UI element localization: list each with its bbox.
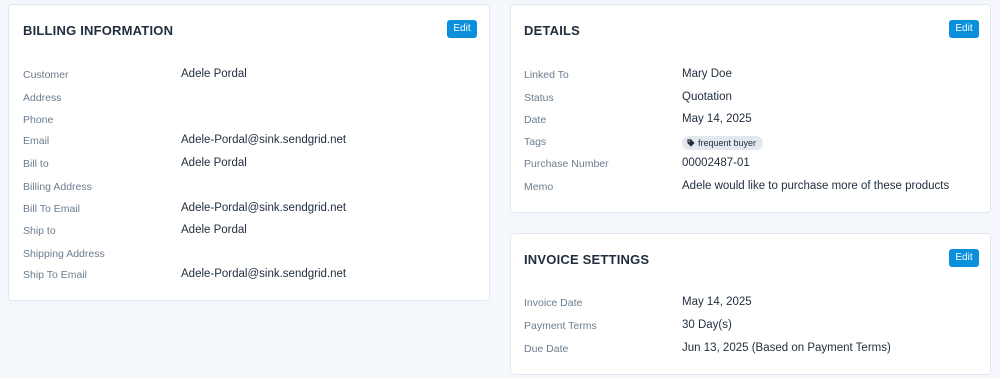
billing-row-email: Email Adele-Pordal@sink.sendgrid.net	[9, 133, 489, 153]
row-value: Quotation	[682, 91, 732, 103]
billing-row-address: Address	[9, 90, 489, 110]
details-title: DETAILS	[524, 23, 581, 38]
row-label: Customer	[23, 69, 69, 81]
row-label: Tags	[524, 136, 547, 148]
row-label: Phone	[23, 114, 54, 126]
row-value: May 14, 2025	[682, 113, 752, 125]
details-row-linked-to: Linked To Mary Doe	[511, 67, 990, 87]
invoice-settings-card: INVOICE SETTINGS Edit Invoice Date May 1…	[510, 233, 991, 375]
billing-row-billing-address: Billing Address	[9, 179, 489, 199]
billing-row-shipping-address: Shipping Address	[9, 246, 489, 266]
tag-chip[interactable]: frequent buyer	[682, 136, 764, 150]
row-value: Adele-Pordal@sink.sendgrid.net	[181, 202, 347, 214]
row-label: Ship to	[23, 225, 56, 237]
billing-row-customer: Customer Adele Pordal	[9, 67, 489, 87]
row-label: Bill to	[23, 158, 49, 170]
details-edit-button[interactable]: Edit	[949, 20, 979, 38]
row-label: Purchase Number	[524, 158, 609, 170]
row-value: Adele-Pordal@sink.sendgrid.net	[181, 268, 347, 280]
row-label: Billing Address	[23, 181, 92, 193]
row-label: Shipping Address	[23, 248, 105, 260]
row-value: Adele Pordal	[181, 68, 247, 80]
row-value: May 14, 2025	[682, 296, 752, 308]
row-label: Bill To Email	[23, 203, 80, 215]
row-label: Due Date	[524, 343, 569, 355]
billing-row-ship-to: Ship to Adele Pordal	[9, 223, 489, 243]
row-label: Ship To Email	[23, 269, 88, 281]
row-value[interactable]: Mary Doe	[682, 68, 732, 80]
billing-row-bill-to: Bill to Adele Pordal	[9, 156, 489, 176]
row-label: Memo	[524, 181, 554, 193]
row-label: Status	[524, 92, 554, 104]
invoice-row-invoice-date: Invoice Date May 14, 2025	[511, 295, 990, 315]
details-row-tags: Tags frequent buyer	[511, 134, 990, 154]
row-value: Jun 13, 2025 (Based on Payment Terms)	[682, 342, 891, 354]
row-label: Date	[524, 114, 547, 126]
billing-row-ship-to-email: Ship To Email Adele-Pordal@sink.sendgrid…	[9, 267, 489, 287]
details-row-date: Date May 14, 2025	[511, 112, 990, 132]
billing-edit-button[interactable]: Edit	[447, 20, 477, 38]
details-row-purchase-number: Purchase Number 00002487-01	[511, 156, 990, 176]
row-label: Linked To	[524, 69, 569, 81]
row-label: Address	[23, 92, 62, 104]
row-label: Payment Terms	[524, 320, 597, 332]
billing-row-bill-to-email: Bill To Email Adele-Pordal@sink.sendgrid…	[9, 201, 489, 221]
billing-row-phone: Phone	[9, 112, 489, 132]
row-value: Adele Pordal	[181, 157, 247, 169]
row-value: Adele Pordal	[181, 224, 247, 236]
billing-information-card: BILLING INFORMATION Edit Customer Adele …	[8, 4, 490, 301]
details-card: DETAILS Edit Linked To Mary Doe Status Q…	[510, 4, 991, 213]
row-value: Adele would like to purchase more of the…	[682, 180, 950, 192]
row-label: Email	[23, 135, 50, 147]
invoice-row-due-date: Due Date Jun 13, 2025 (Based on Payment …	[511, 341, 990, 361]
row-value: Adele-Pordal@sink.sendgrid.net	[181, 134, 347, 146]
tag-label: frequent buyer	[698, 138, 757, 148]
tag-icon	[687, 139, 695, 147]
billing-information-title: BILLING INFORMATION	[23, 23, 174, 38]
invoice-row-payment-terms: Payment Terms 30 Day(s)	[511, 318, 990, 338]
invoice-settings-edit-button[interactable]: Edit	[949, 249, 979, 267]
row-value: 30 Day(s)	[682, 319, 732, 331]
row-label: Invoice Date	[524, 297, 583, 309]
row-value: 00002487-01	[682, 157, 750, 169]
invoice-settings-title: INVOICE SETTINGS	[524, 252, 650, 267]
details-row-memo: Memo Adele would like to purchase more o…	[511, 179, 990, 199]
details-row-status: Status Quotation	[511, 90, 990, 110]
